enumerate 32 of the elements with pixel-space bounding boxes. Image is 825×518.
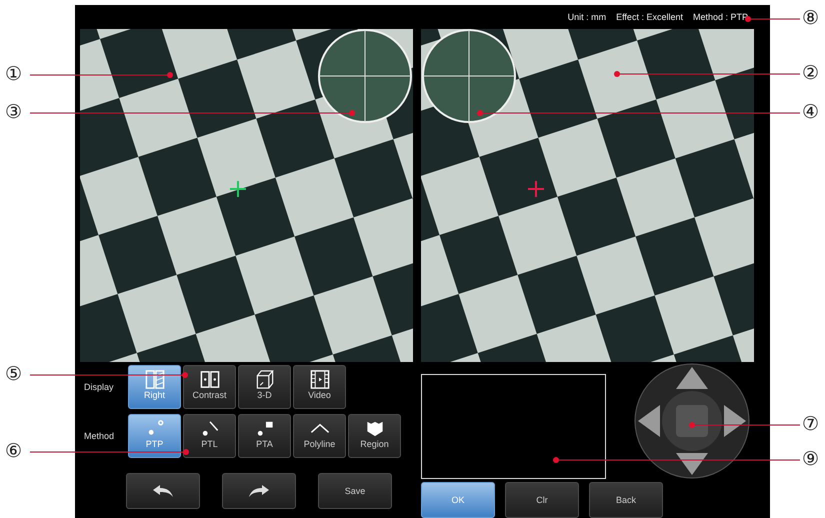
redo-button[interactable] bbox=[222, 473, 296, 509]
undo-button[interactable] bbox=[126, 473, 200, 509]
tool-button[interactable]: PTA bbox=[238, 414, 291, 458]
row-label: Display bbox=[83, 382, 115, 392]
callout-number: ⑤ bbox=[5, 365, 22, 384]
tool-button[interactable]: Region bbox=[348, 414, 401, 458]
status-text: Effect : Excellent bbox=[616, 12, 683, 22]
callout-number: ④ bbox=[802, 103, 819, 122]
callout-number: ⑥ bbox=[5, 442, 22, 461]
callout-number: ⑧ bbox=[802, 9, 819, 28]
film-icon bbox=[308, 369, 330, 390]
direction-pad[interactable] bbox=[634, 363, 750, 479]
callout-number: ⑦ bbox=[802, 415, 819, 434]
undo-arrow-icon bbox=[153, 485, 173, 497]
tool-button[interactable]: Polyline bbox=[293, 414, 346, 458]
row-label: Method bbox=[83, 431, 116, 441]
action-button[interactable]: Clr bbox=[505, 482, 579, 518]
callout-number: ③ bbox=[5, 103, 22, 122]
split-view-icon bbox=[144, 369, 166, 390]
callout-number: ⑨ bbox=[802, 450, 819, 469]
callout-number: ① bbox=[5, 65, 22, 84]
tool-button[interactable]: Contrast bbox=[183, 365, 236, 409]
status-text: Unit : mm bbox=[568, 12, 606, 22]
save-button[interactable]: Save bbox=[318, 473, 392, 509]
redo-arrow-icon bbox=[249, 485, 269, 497]
tool-button[interactable]: 3-D bbox=[238, 365, 291, 409]
callout-number: ② bbox=[802, 64, 819, 83]
status-text: Method : PTP bbox=[692, 12, 748, 22]
tool-button[interactable]: Video bbox=[293, 365, 346, 409]
tool-button[interactable]: PTL bbox=[183, 414, 236, 458]
action-button[interactable]: Back bbox=[589, 482, 663, 518]
side-by-side-icon bbox=[198, 369, 220, 390]
